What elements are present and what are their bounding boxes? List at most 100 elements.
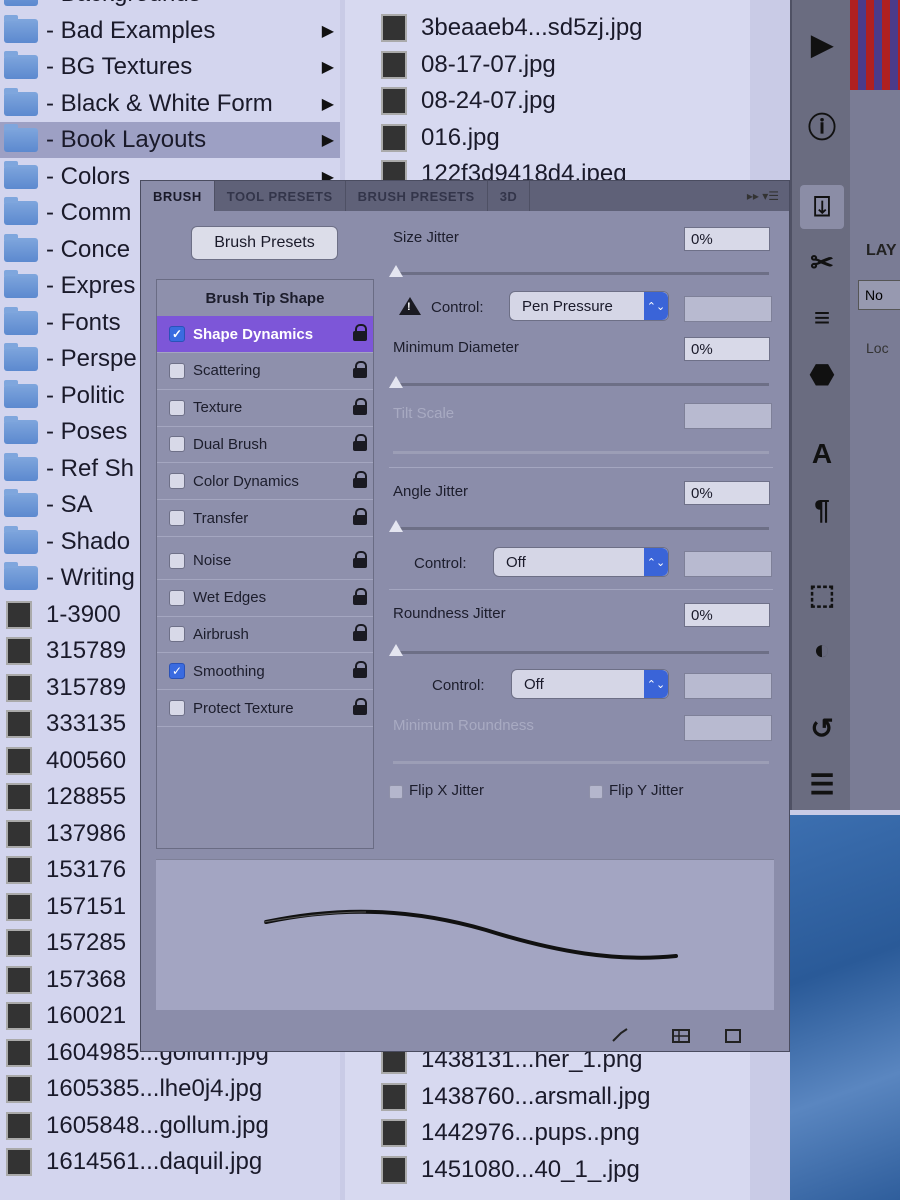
lock-icon[interactable]: [353, 624, 367, 642]
checkbox[interactable]: [169, 510, 185, 526]
file-row[interactable]: 1605385...lhe0j4.jpg: [0, 1071, 340, 1107]
lock-icon[interactable]: [353, 661, 367, 679]
paragraph-icon[interactable]: ¶: [800, 488, 844, 532]
file-row[interactable]: 1614561...daquil.jpg: [0, 1144, 340, 1180]
minimum-diameter-field[interactable]: 0%: [684, 337, 770, 361]
file-row[interactable]: 08-24-07.jpg: [345, 83, 750, 119]
lock-icon[interactable]: [353, 550, 367, 568]
file-row[interactable]: 08-17-07.jpg: [345, 47, 750, 83]
brush-option-smoothing[interactable]: ✓ Smoothing: [157, 653, 373, 691]
brush-presets-button[interactable]: Brush Presets: [191, 226, 338, 260]
disclosure-arrow-icon: ▶: [321, 95, 334, 113]
brush-tip-shape-item[interactable]: Brush Tip Shape: [157, 280, 373, 317]
angle-jitter-label: Angle Jitter: [393, 483, 469, 500]
chevron-updown-icon: ⌃⌄: [644, 548, 668, 576]
brush-option-color-dynamics[interactable]: Color Dynamics: [157, 463, 373, 501]
grid-icon[interactable]: [671, 1027, 691, 1045]
tab-brush[interactable]: BRUSH: [141, 181, 215, 211]
clone-source-icon[interactable]: ⬣: [800, 352, 844, 396]
flip-x-checkbox[interactable]: [389, 785, 403, 799]
checkbox[interactable]: [169, 436, 185, 453]
roundness-jitter-slider[interactable]: [389, 644, 403, 656]
lock-icon[interactable]: [353, 587, 367, 605]
toggle-brush-preview-icon[interactable]: [611, 1027, 631, 1045]
canvas-image: [790, 815, 900, 1200]
brush-settings-icon[interactable]: ✂: [800, 240, 844, 284]
bridge-icon[interactable]: ⬚: [800, 572, 844, 616]
panel-menu-icon[interactable]: ▸▸ ▾☰: [737, 181, 789, 211]
tab-3d[interactable]: 3D: [488, 181, 531, 211]
brush-option-transfer[interactable]: Transfer: [157, 500, 373, 537]
brush-stroke: [263, 909, 678, 960]
folder-row[interactable]: - Bad Examples ▶: [0, 13, 340, 49]
angle-jitter-slider[interactable]: [389, 520, 403, 532]
angle-jitter-field[interactable]: 0%: [684, 481, 770, 505]
file-row[interactable]: 3beaaeb4...sd5zj.jpg: [345, 10, 750, 46]
brush-option-noise[interactable]: Noise: [157, 543, 373, 580]
checkbox[interactable]: [169, 626, 185, 643]
flip-y-checkbox[interactable]: [589, 785, 603, 799]
row-label: - Book Layouts: [46, 126, 207, 153]
lock-icon[interactable]: [353, 471, 367, 489]
adjustments-icon[interactable]: ◐: [800, 628, 844, 672]
control-select-3[interactable]: Off ⌃⌄: [511, 669, 669, 699]
file-row[interactable]: 1451080...40_1_.jpg: [345, 1152, 750, 1188]
size-jitter-field[interactable]: 0%: [684, 227, 770, 251]
brush-option-protect-texture[interactable]: Protect Texture: [157, 690, 373, 727]
control-select-2[interactable]: Off ⌃⌄: [493, 547, 669, 577]
checkbox[interactable]: [169, 362, 185, 379]
brush-option-texture[interactable]: Texture: [157, 390, 373, 427]
brush-option-scattering[interactable]: Scattering: [157, 353, 373, 390]
image-file-icon: [381, 123, 407, 152]
flip-y-label: Flip Y Jitter: [609, 782, 684, 799]
checkbox[interactable]: [169, 700, 185, 716]
file-row[interactable]: 016.jpg: [345, 120, 750, 156]
folder-row[interactable]: - Backgrounds: [0, 0, 340, 12]
roundness-jitter-field[interactable]: 0%: [684, 603, 770, 627]
folder-icon: [4, 525, 38, 554]
roundness-jitter-track[interactable]: [393, 651, 769, 654]
angle-jitter-track[interactable]: [393, 527, 769, 530]
new-preset-icon[interactable]: [723, 1027, 743, 1045]
brush-option-airbrush[interactable]: Airbrush: [157, 616, 373, 654]
history-icon[interactable]: ↺: [800, 706, 844, 750]
brush-option-wet-edges[interactable]: Wet Edges: [157, 580, 373, 617]
control-select-1[interactable]: Pen Pressure ⌃⌄: [509, 291, 669, 321]
brush-panel-icon[interactable]: ⍗: [800, 185, 844, 229]
lock-icon[interactable]: [353, 698, 367, 715]
brush-option-dual-brush[interactable]: Dual Brush: [157, 426, 373, 464]
chevron-updown-icon: ⌃⌄: [644, 292, 668, 320]
file-row[interactable]: 1605848...gollum.jpg: [0, 1108, 340, 1144]
option-label: Transfer: [193, 509, 249, 527]
row-label: 315789: [46, 637, 127, 664]
checkbox[interactable]: [169, 399, 185, 416]
lock-icon[interactable]: [353, 434, 367, 452]
size-jitter-track[interactable]: [393, 272, 769, 275]
size-jitter-slider[interactable]: [389, 265, 403, 277]
folder-row[interactable]: - Black & White Form ▶: [0, 86, 340, 122]
checkbox[interactable]: ✓: [169, 326, 185, 342]
tab-brush-presets[interactable]: BRUSH PRESETS: [346, 181, 488, 211]
lock-icon[interactable]: [353, 397, 367, 415]
minimum-diameter-slider[interactable]: [389, 376, 403, 388]
tool-presets-icon[interactable]: ≡: [800, 296, 844, 340]
folder-row[interactable]: - Book Layouts ▶: [0, 122, 340, 158]
lock-icon[interactable]: [353, 324, 367, 341]
character-icon[interactable]: A: [800, 432, 844, 476]
blend-mode-field[interactable]: No: [858, 280, 900, 310]
minimum-diameter-track[interactable]: [393, 383, 769, 386]
brush-option-shape-dynamics[interactable]: ✓ Shape Dynamics: [157, 316, 373, 353]
actions-icon[interactable]: ☰: [800, 762, 844, 806]
file-row[interactable]: 1442976...pups..png: [345, 1115, 750, 1151]
checkbox[interactable]: [169, 552, 185, 569]
lock-icon[interactable]: [353, 508, 367, 525]
file-row[interactable]: 1438760...arsmall.jpg: [345, 1079, 750, 1115]
lock-icon[interactable]: [353, 360, 367, 378]
play-icon[interactable]: ▶: [800, 22, 844, 66]
info-icon[interactable]: ⓘ: [800, 104, 844, 148]
tab-tool-presets[interactable]: TOOL PRESETS: [215, 181, 346, 211]
folder-row[interactable]: - BG Textures ▶: [0, 49, 340, 85]
checkbox[interactable]: [169, 473, 185, 490]
checkbox[interactable]: ✓: [169, 663, 185, 680]
checkbox[interactable]: [169, 589, 185, 606]
